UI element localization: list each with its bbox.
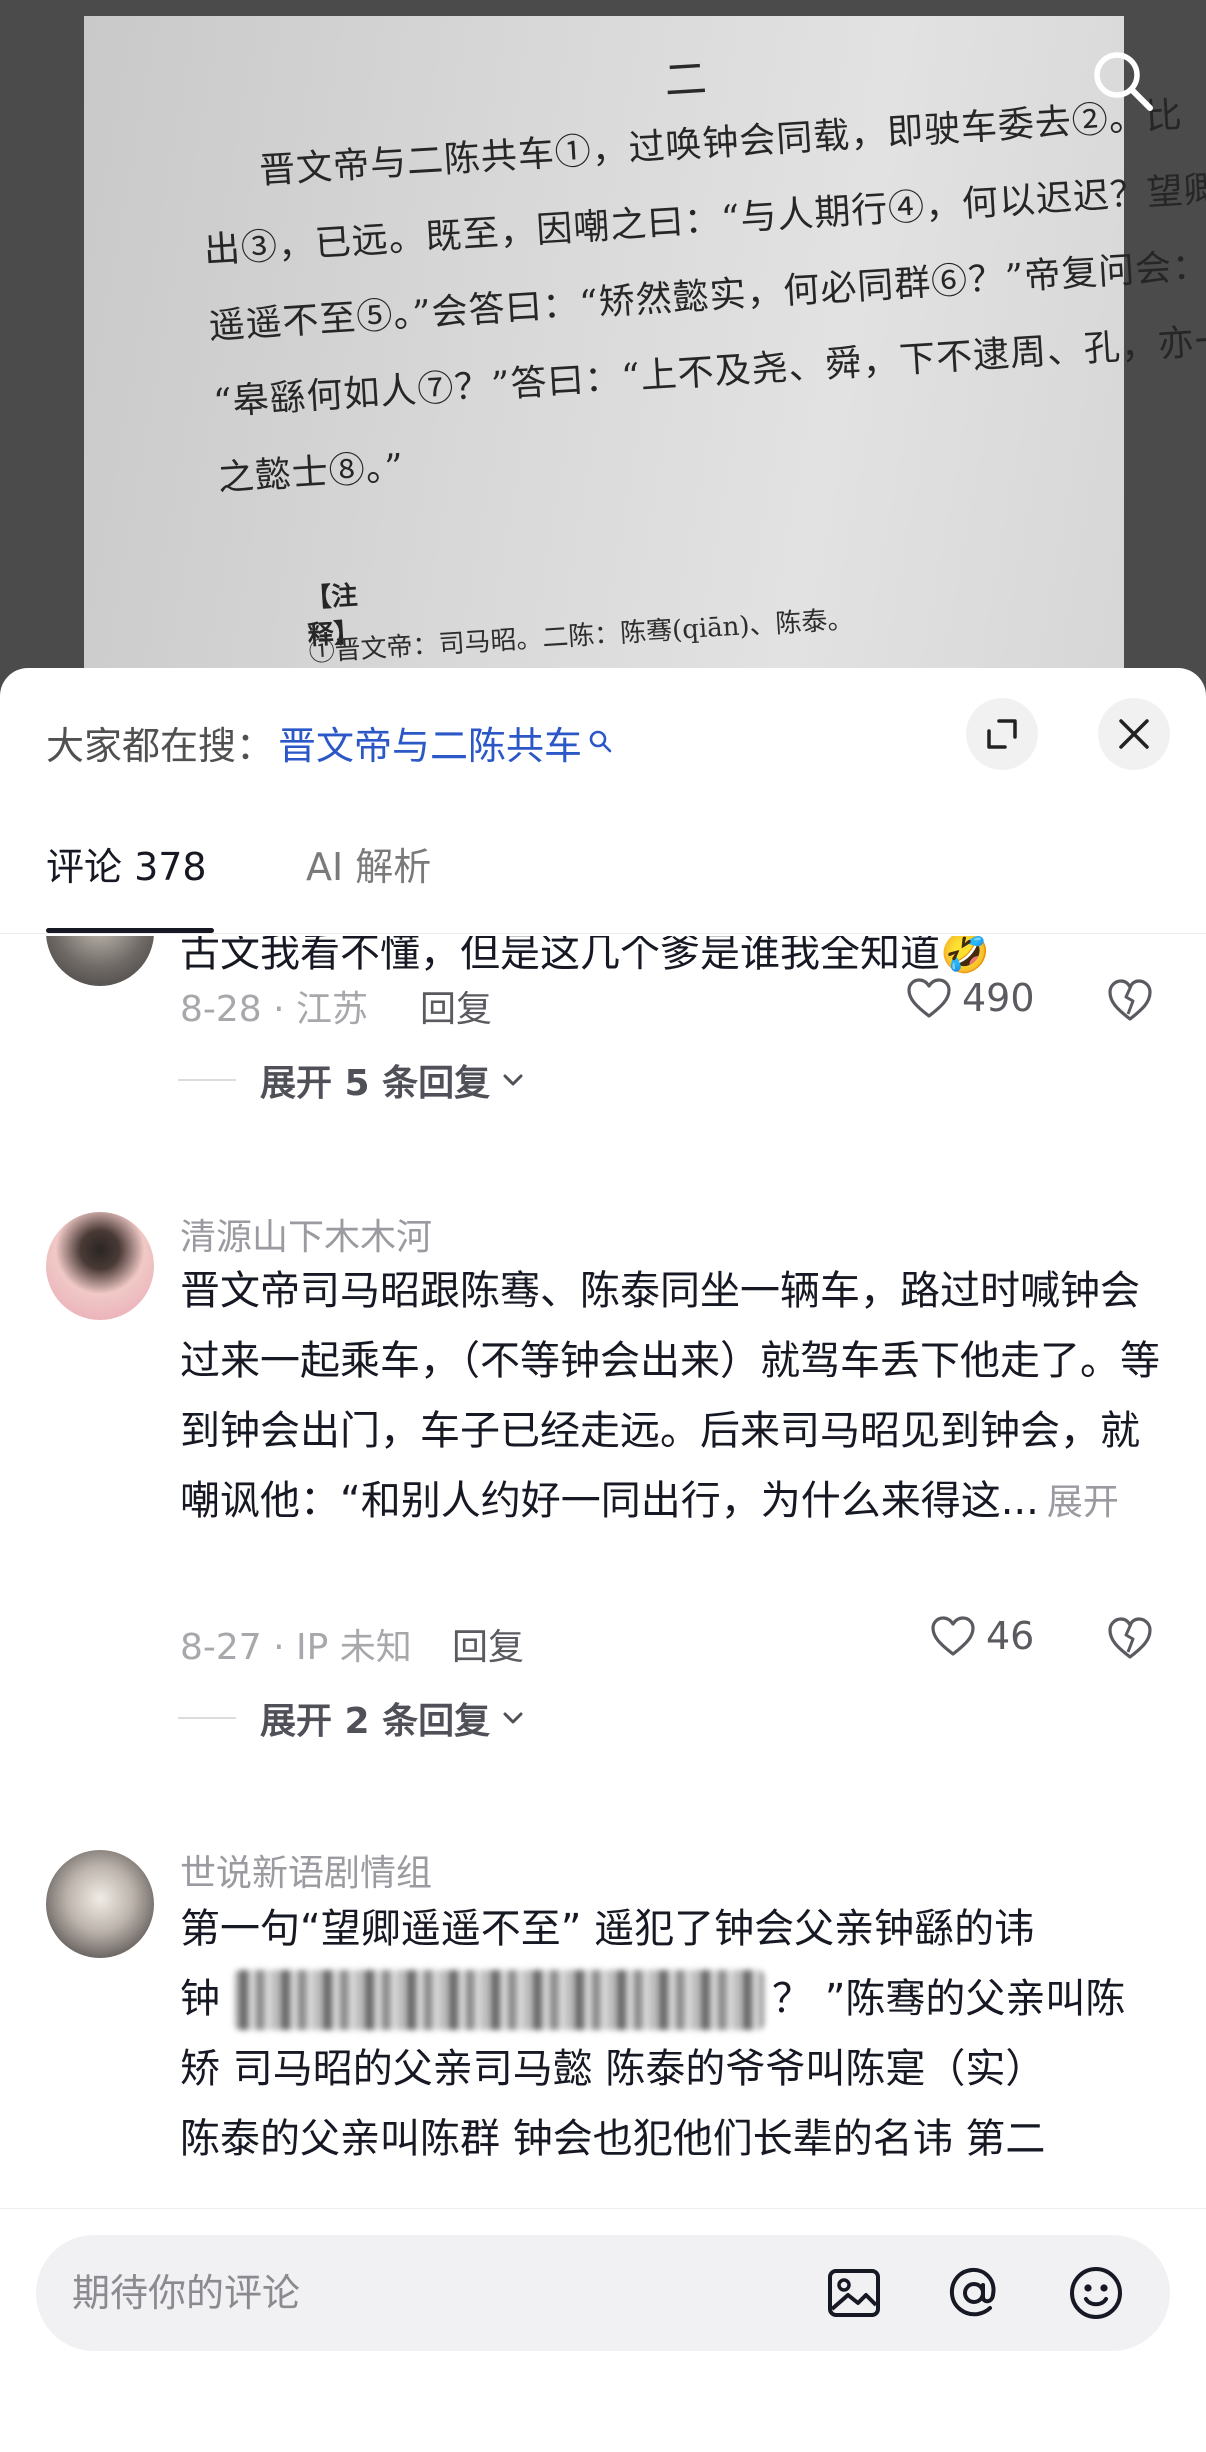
- reply-button[interactable]: 回复: [452, 1618, 524, 1670]
- comment-line-4: 陈泰的父亲叫陈群 钟会也犯他们长辈的名讳 第二: [180, 2116, 1046, 2162]
- blurred-text-redaction: [234, 1970, 764, 2030]
- comment-text: 晋文帝司马昭跟陈骞、陈泰同坐一辆车，路过时喊钟会过来一起乘车，（不等钟会出来）就…: [180, 1256, 1160, 1538]
- search-icon[interactable]: [1088, 46, 1158, 116]
- dislike-icon[interactable]: [1106, 1616, 1154, 1660]
- comment-author[interactable]: 世说新语剧情组: [180, 1844, 432, 1896]
- expand-replies-button[interactable]: 展开 5 条回复: [178, 1054, 528, 1106]
- chapter-number: 二: [663, 53, 708, 106]
- comment-line-2-end: ？ ”陈骞的父亲叫陈: [772, 1976, 1126, 2022]
- book-line-5: 之懿士⑧。”: [216, 446, 406, 500]
- comment-meta: 8-28 · 江苏: [180, 989, 369, 1030]
- comment-line-2-start: 钟: [180, 1976, 220, 2022]
- book-page-photo: 二 晋文帝与二陈共车①，过唤钟会同载，即驶车委去②。比 出③，已远。既至，因嘲之…: [84, 16, 1206, 700]
- divider-dash: [178, 1717, 236, 1719]
- avatar[interactable]: [46, 936, 154, 986]
- hot-search-prefix: 大家都在搜：: [46, 723, 275, 768]
- comment-input-bar: [0, 2208, 1206, 2452]
- search-mini-icon: [589, 730, 612, 753]
- expand-replies-button[interactable]: 展开 2 条回复: [178, 1692, 528, 1744]
- expand-text-button[interactable]: 展开: [1047, 1482, 1119, 1523]
- avatar[interactable]: [46, 1850, 154, 1958]
- chevron-down-icon: [503, 1712, 523, 1724]
- comment-line-3: 矫 司马昭的父亲司马懿 陈泰的爷爷叫陈寔（实）: [180, 2046, 1046, 2092]
- comment-body: 晋文帝司马昭跟陈骞、陈泰同坐一辆车，路过时喊钟会过来一起乘车，（不等钟会出来）就…: [180, 1268, 1160, 1524]
- hot-search-term[interactable]: 晋文帝与二陈共车: [278, 715, 582, 770]
- tab-comments[interactable]: 评论 378: [46, 836, 207, 934]
- close-button[interactable]: [1098, 698, 1170, 770]
- like-button[interactable]: 490: [906, 976, 1035, 1020]
- tab-active-indicator: [46, 928, 214, 933]
- comment-sheet: 大家都在搜： 晋文帝与二陈共车 评论 378 AI 解析 古文我看不懂，但是这几…: [0, 668, 1206, 2452]
- comment-meta: 8-27 · IP 未知: [180, 1627, 412, 1668]
- like-count: 46: [986, 1614, 1035, 1658]
- dislike-icon[interactable]: [1106, 978, 1154, 1022]
- heart-icon: [907, 978, 951, 1018]
- chevron-down-icon: [503, 1074, 523, 1086]
- comment-input[interactable]: [36, 2235, 796, 2351]
- post-image[interactable]: 二 晋文帝与二陈共车①，过唤钟会同载，即驶车委去②。比 出③，已远。既至，因嘲之…: [0, 0, 1206, 700]
- note-1: ①晋文帝：司马昭。二陈：陈骞(qiān)、陈泰。: [307, 604, 855, 669]
- avatar[interactable]: [46, 1212, 154, 1320]
- heart-icon: [931, 1616, 975, 1656]
- comment-author[interactable]: 清源山下木木河: [180, 1208, 432, 1260]
- hot-search[interactable]: 大家都在搜： 晋文帝与二陈共车: [46, 712, 614, 772]
- divider-dash: [178, 1079, 236, 1081]
- comment-list[interactable]: 古文我看不懂，但是这几个爹是谁我全知道🤣 8-28 · 江苏 回复 490 展开…: [0, 936, 1206, 2208]
- comment-line-1: 第一句“望卿遥遥不至” 遥犯了钟会父亲钟繇的讳: [180, 1906, 1035, 1952]
- tab-bar: 评论 378 AI 解析: [0, 836, 1206, 934]
- like-button[interactable]: 46: [930, 1614, 1034, 1658]
- tab-ai-analysis[interactable]: AI 解析: [306, 836, 431, 934]
- image-icon[interactable]: [822, 2261, 886, 2325]
- expand-replies-label: 展开 2 条回复: [260, 1701, 491, 1742]
- expand-replies-label: 展开 5 条回复: [260, 1063, 491, 1104]
- like-count: 490: [962, 976, 1035, 1020]
- emoji-icon[interactable]: [1064, 2261, 1128, 2325]
- mention-icon[interactable]: [942, 2261, 1006, 2325]
- close-icon: [1119, 719, 1149, 749]
- reply-button[interactable]: 回复: [420, 980, 492, 1032]
- fullscreen-button[interactable]: [966, 698, 1038, 770]
- fullscreen-icon: [987, 719, 1017, 749]
